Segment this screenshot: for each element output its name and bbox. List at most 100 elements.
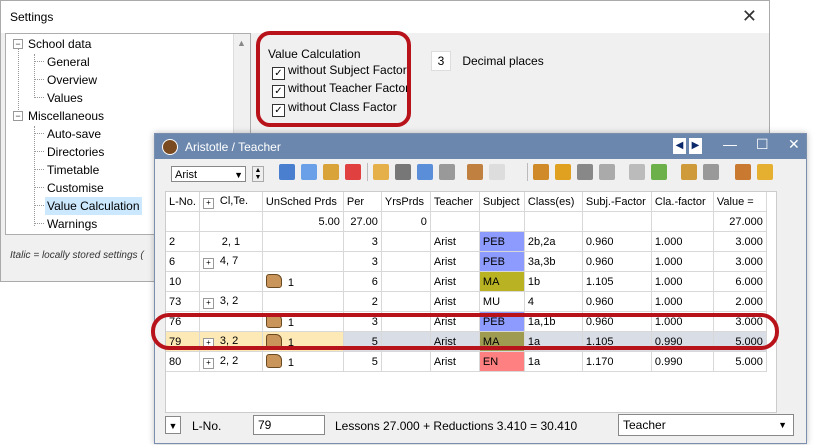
cell-subj-factor[interactable]: 0.960 (582, 251, 652, 272)
tree-item-school-data[interactable]: School data (28, 35, 91, 53)
cell-subject[interactable]: MU (479, 291, 525, 312)
collapse-icon[interactable]: − (13, 39, 23, 49)
col-header[interactable]: L-No. (166, 192, 200, 212)
prev-icon[interactable]: ◀ (673, 138, 686, 154)
cell-subj-factor[interactable]: 0.960 (582, 231, 652, 252)
spin-icon[interactable]: ▲ ▼ (252, 166, 264, 182)
new-icon[interactable] (323, 164, 339, 180)
table-row[interactable]: 80 +2, 2 1 5 Arist EN 1a 1.170 0.990 5.0… (166, 351, 767, 372)
grid-icon[interactable] (577, 164, 593, 180)
cell-clte[interactable]: +3, 2 (199, 291, 263, 312)
col-header[interactable]: Teacher (430, 192, 480, 212)
cell-value[interactable]: 5.000 (713, 351, 767, 372)
cell-unsched[interactable] (262, 251, 344, 272)
tree-item-miscellaneous[interactable]: Miscellaneous (28, 107, 104, 125)
col-header[interactable]: Class(es) (524, 192, 583, 212)
sort-icon[interactable] (373, 164, 389, 180)
cell-subj-factor[interactable]: 1.105 (582, 271, 652, 292)
table-row[interactable]: 73 +3, 2 2 Arist MU 4 0.960 1.000 2.000 (166, 291, 767, 312)
cell-class[interactable]: 1b (524, 271, 583, 292)
col-header[interactable]: Value = (713, 192, 767, 212)
cell-clte[interactable]: 2, 1 (199, 231, 263, 252)
maximize-icon[interactable]: ☐ (756, 136, 769, 153)
cell-value[interactable]: 3.000 (713, 231, 767, 252)
cell-teacher[interactable]: Arist (430, 251, 480, 272)
cell-per[interactable]: 2 (343, 291, 382, 312)
cell-teacher[interactable]: Arist (430, 291, 480, 312)
link-icon[interactable] (439, 164, 455, 180)
cell-subject[interactable]: PEB (479, 231, 525, 252)
chevron-down-icon[interactable]: ▼ (165, 416, 181, 434)
expand-icon[interactable]: + (202, 297, 214, 309)
cell-teacher[interactable]: Arist (430, 271, 480, 292)
edit-icon[interactable] (735, 164, 751, 180)
tree-item-general[interactable]: General (47, 53, 90, 71)
clock-icon[interactable] (555, 164, 571, 180)
tree-item-values[interactable]: Values (47, 89, 83, 107)
col-header[interactable]: Subj.-Factor (582, 192, 652, 212)
cell-yrsprds[interactable] (381, 271, 431, 292)
text-icon[interactable] (417, 164, 433, 180)
list-icon[interactable] (301, 164, 317, 180)
cell-subj-factor[interactable]: 0.960 (582, 291, 652, 312)
cell-unsched[interactable] (262, 231, 344, 252)
cell-cla-factor[interactable]: 1.000 (651, 251, 714, 272)
lessons-icon[interactable] (533, 164, 549, 180)
cell-clte[interactable]: +4, 7 (199, 251, 263, 272)
tree-item-directories[interactable]: Directories (47, 143, 104, 161)
cell-cla-factor[interactable]: 1.000 (651, 291, 714, 312)
grid2-icon[interactable] (599, 164, 615, 180)
expand-icon[interactable]: + (202, 357, 214, 369)
next-icon[interactable]: ▶ (689, 138, 702, 154)
cell-per[interactable]: 3 (343, 231, 382, 252)
cell-value[interactable]: 3.000 (713, 251, 767, 272)
col-header[interactable]: + Cl,Te. (199, 192, 263, 212)
col-header[interactable]: UnSched Prds (262, 192, 344, 212)
cell-class[interactable]: 2b,2a (524, 231, 583, 252)
minimize-icon[interactable]: — (723, 136, 737, 152)
cell-lno[interactable]: 6 (166, 251, 200, 272)
cell-cla-factor[interactable]: 1.000 (651, 271, 714, 292)
cell-value[interactable]: 2.000 (713, 291, 767, 312)
cell-yrsprds[interactable] (381, 291, 431, 312)
expand-icon[interactable]: + (202, 197, 214, 209)
tree-item-overview[interactable]: Overview (47, 71, 97, 89)
tree-item-auto-save[interactable]: Auto-save (47, 125, 101, 143)
cell-subject[interactable]: MA (479, 271, 525, 292)
cell-class[interactable]: 1a (524, 351, 583, 372)
table-row[interactable]: 10 1 6 Arist MA 1b 1.105 1.000 6.000 (166, 271, 767, 292)
print-icon[interactable] (681, 164, 697, 180)
view-select[interactable]: Teacher ▼ (618, 414, 794, 436)
cell-teacher[interactable]: Arist (430, 231, 480, 252)
cell-clte[interactable]: +2, 2 (199, 351, 263, 372)
cell-yrsprds[interactable] (381, 231, 431, 252)
cell-yrsprds[interactable] (381, 251, 431, 272)
cell-cla-factor[interactable]: 1.000 (651, 231, 714, 252)
cell-class[interactable]: 3a,3b (524, 251, 583, 272)
table-row[interactable]: 2 2, 1 3 Arist PEB 2b,2a 0.960 1.000 3.0… (166, 231, 767, 252)
cell-cla-factor[interactable]: 0.990 (651, 351, 714, 372)
tree-item-warnings[interactable]: Warnings (47, 215, 97, 233)
check-icon[interactable] (651, 164, 667, 180)
cell-subj-factor[interactable]: 1.170 (582, 351, 652, 372)
filter-icon[interactable] (395, 164, 411, 180)
chevron-down-icon[interactable]: ▼ (778, 415, 787, 435)
lno-input[interactable]: 79 (253, 415, 325, 435)
cell-unsched[interactable]: 1 (262, 351, 344, 372)
cell-subject[interactable]: PEB (479, 251, 525, 272)
search-icon[interactable] (629, 164, 645, 180)
close-icon[interactable]: ✕ (788, 136, 800, 153)
cell-teacher[interactable]: Arist (430, 351, 480, 372)
tree-item-value-calculation[interactable]: Value Calculation (45, 197, 142, 215)
cell-lno[interactable]: 80 (166, 351, 200, 372)
cell-lno[interactable]: 73 (166, 291, 200, 312)
col-header[interactable]: Subject (479, 192, 525, 212)
tree-item-customise[interactable]: Customise (47, 179, 104, 197)
cell-unsched[interactable]: 1 (262, 271, 344, 292)
cell-yrsprds[interactable] (381, 351, 431, 372)
table-icon[interactable] (279, 164, 295, 180)
cell-per[interactable]: 3 (343, 251, 382, 272)
tree-item-timetable[interactable]: Timetable (47, 161, 99, 179)
collapse-icon[interactable]: − (13, 111, 23, 121)
decimal-places-input[interactable]: 3 (431, 51, 451, 71)
